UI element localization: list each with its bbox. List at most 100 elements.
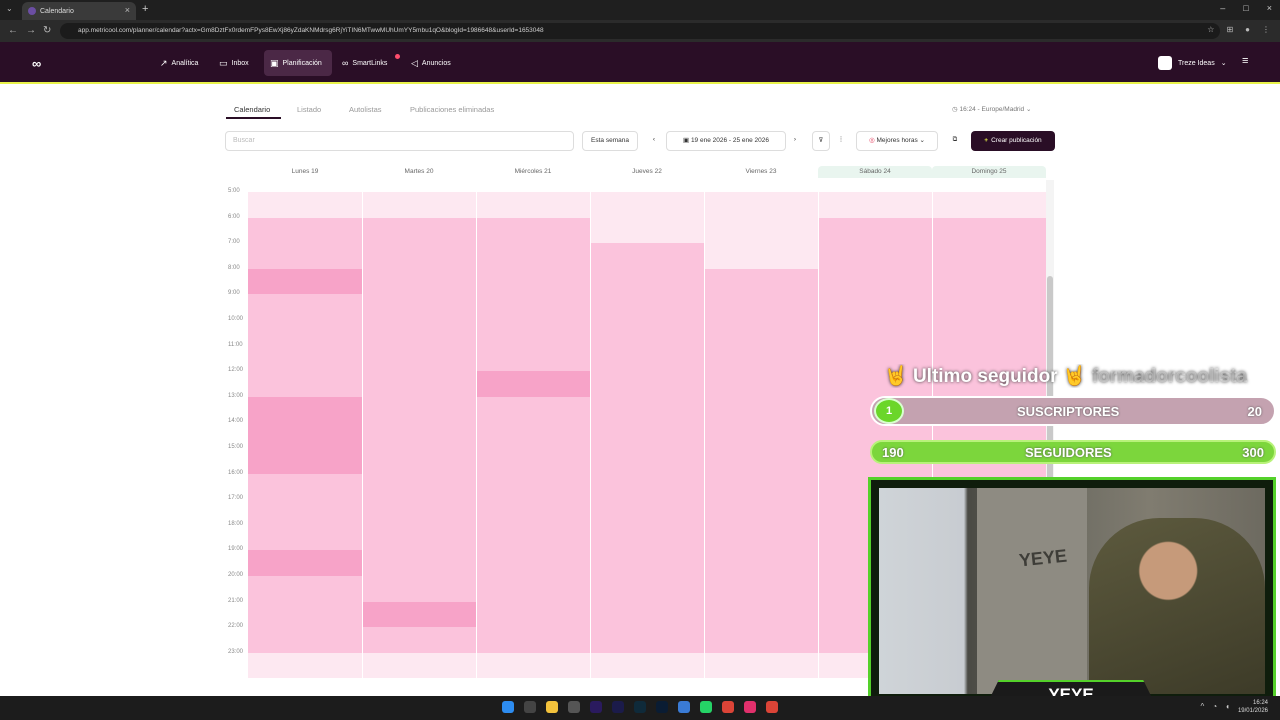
heatmap-cell[interactable] <box>704 499 818 525</box>
network-icon[interactable]: ◔ <box>1212 702 1217 711</box>
heatmap-cell[interactable] <box>590 422 704 448</box>
filter-icon[interactable]: ⊽ <box>812 131 830 151</box>
heatmap-cell[interactable] <box>704 601 818 628</box>
tab-listado[interactable]: Listado <box>297 105 321 114</box>
heatmap-cell[interactable] <box>704 550 818 576</box>
heatmap-cell[interactable] <box>248 294 362 320</box>
heatmap-cell[interactable] <box>476 652 590 679</box>
heatmap-cell[interactable] <box>248 422 362 448</box>
brand-selector[interactable]: Treze Ideas ⌄ <box>1158 56 1227 70</box>
heatmap-cell[interactable] <box>476 243 590 269</box>
heatmap-cell[interactable] <box>590 294 704 320</box>
heatmap-cell[interactable] <box>590 499 704 525</box>
nav-smartlinks[interactable]: ∞ SmartLinks <box>336 50 393 76</box>
reload-icon[interactable]: ↻ <box>43 25 51 36</box>
heatmap-cell[interactable] <box>248 396 362 423</box>
heatmap-cell[interactable] <box>362 243 476 269</box>
heatmap-cell[interactable] <box>248 217 362 244</box>
photoshop-icon[interactable] <box>656 701 668 713</box>
heatmap-cell[interactable] <box>476 192 590 218</box>
tab-eliminadas[interactable]: Publicaciones eliminadas <box>410 105 494 114</box>
heatmap-cell[interactable] <box>932 192 1046 218</box>
heatmap-cell[interactable] <box>818 217 932 244</box>
heatmap-cell[interactable] <box>704 396 818 423</box>
heatmap-cell[interactable] <box>818 192 932 218</box>
heatmap-cell[interactable] <box>704 627 818 653</box>
heatmap-cell[interactable] <box>248 371 362 397</box>
search-icon[interactable] <box>524 701 536 713</box>
heatmap-cell[interactable] <box>590 217 704 244</box>
new-tab-icon[interactable]: + <box>142 3 148 15</box>
chrome-icon[interactable] <box>722 701 734 713</box>
url-input[interactable]: app.metricool.com/planner/calendar?actx=… <box>60 23 1220 39</box>
heatmap-cell[interactable] <box>704 320 818 346</box>
heatmap-cell[interactable] <box>362 371 476 397</box>
timezone-selector[interactable]: ◷ 16:24 - Europe/Madrid ⌄ <box>952 105 1031 113</box>
metricool-logo[interactable]: ∞ <box>32 56 41 71</box>
heatmap-cell[interactable] <box>362 217 476 244</box>
hamburger-menu-icon[interactable]: ≡ <box>1242 55 1248 67</box>
tab-autolistas[interactable]: Autolistas <box>349 105 382 114</box>
nav-planificacion[interactable]: ▣ Planificación <box>264 50 332 76</box>
heatmap-cell[interactable] <box>590 396 704 423</box>
heatmap-cell[interactable] <box>362 576 476 602</box>
view-toggle-icon[interactable]: ⧉ <box>946 131 964 151</box>
heatmap-cell[interactable] <box>590 345 704 372</box>
system-clock[interactable]: 16:24 19/01/2026 <box>1238 699 1268 715</box>
heatmap-cell[interactable] <box>248 345 362 372</box>
heatmap-cell[interactable] <box>248 499 362 525</box>
lightroom-icon[interactable] <box>634 701 646 713</box>
heatmap-cell[interactable] <box>248 601 362 628</box>
heatmap-cell[interactable] <box>362 524 476 551</box>
heatmap-cell[interactable] <box>362 499 476 525</box>
heatmap-cell[interactable] <box>590 652 704 679</box>
heatmap-cell[interactable] <box>704 294 818 320</box>
heatmap-cell[interactable] <box>818 243 932 269</box>
heatmap-cell[interactable] <box>704 524 818 551</box>
start-icon[interactable] <box>502 701 514 713</box>
nav-analitica[interactable]: ↗ Analítica <box>154 50 204 76</box>
best-hours-select[interactable]: ◎ Mejores horas ⌄ <box>856 131 938 151</box>
heatmap-cell[interactable] <box>932 320 1046 346</box>
heatmap-cell[interactable] <box>704 473 818 500</box>
heatmap-cell[interactable] <box>590 576 704 602</box>
heatmap-cell[interactable] <box>476 371 590 397</box>
heatmap-cell[interactable] <box>248 627 362 653</box>
extension-icon[interactable]: ⊞ <box>1226 25 1233 34</box>
heatmap-cell[interactable] <box>248 268 362 295</box>
heatmap-cell[interactable] <box>932 294 1046 320</box>
heatmap-cell[interactable] <box>476 627 590 653</box>
heatmap-cell[interactable] <box>476 601 590 628</box>
heatmap-cell[interactable] <box>590 268 704 295</box>
heatmap-cell[interactable] <box>818 294 932 320</box>
heatmap-cell[interactable] <box>248 550 362 576</box>
more-icon[interactable]: ⋮ <box>1262 25 1270 34</box>
heatmap-cell[interactable] <box>362 550 476 576</box>
heatmap-cell[interactable] <box>476 320 590 346</box>
heatmap-cell[interactable] <box>248 473 362 500</box>
heatmap-cell[interactable] <box>704 371 818 397</box>
heatmap-cell[interactable] <box>362 320 476 346</box>
heatmap-cell[interactable] <box>362 652 476 679</box>
forward-icon[interactable]: → <box>26 25 36 36</box>
heatmap-cell[interactable] <box>590 192 704 218</box>
heatmap-cell[interactable] <box>590 627 704 653</box>
heatmap-cell[interactable] <box>362 192 476 218</box>
heatmap-cell[interactable] <box>476 550 590 576</box>
heatmap-cell[interactable] <box>476 473 590 500</box>
search-input[interactable]: Buscar <box>225 131 574 151</box>
heatmap-cell[interactable] <box>590 371 704 397</box>
heatmap-cell[interactable] <box>362 627 476 653</box>
chrome-profile-icon[interactable] <box>766 701 778 713</box>
heatmap-cell[interactable] <box>362 268 476 295</box>
heatmap-cell[interactable] <box>476 217 590 244</box>
heatmap-cell[interactable] <box>932 217 1046 244</box>
prev-week-icon[interactable]: ‹ <box>646 131 662 151</box>
heatmap-cell[interactable] <box>248 448 362 474</box>
minimize-icon[interactable]: – <box>1220 3 1225 13</box>
nav-anuncios[interactable]: ◁ Anuncios <box>405 50 457 76</box>
heatmap-cell[interactable] <box>362 601 476 628</box>
browser-tab[interactable]: Calendario × <box>22 2 136 20</box>
heatmap-cell[interactable] <box>476 294 590 320</box>
close-tab-icon[interactable]: × <box>125 5 130 15</box>
